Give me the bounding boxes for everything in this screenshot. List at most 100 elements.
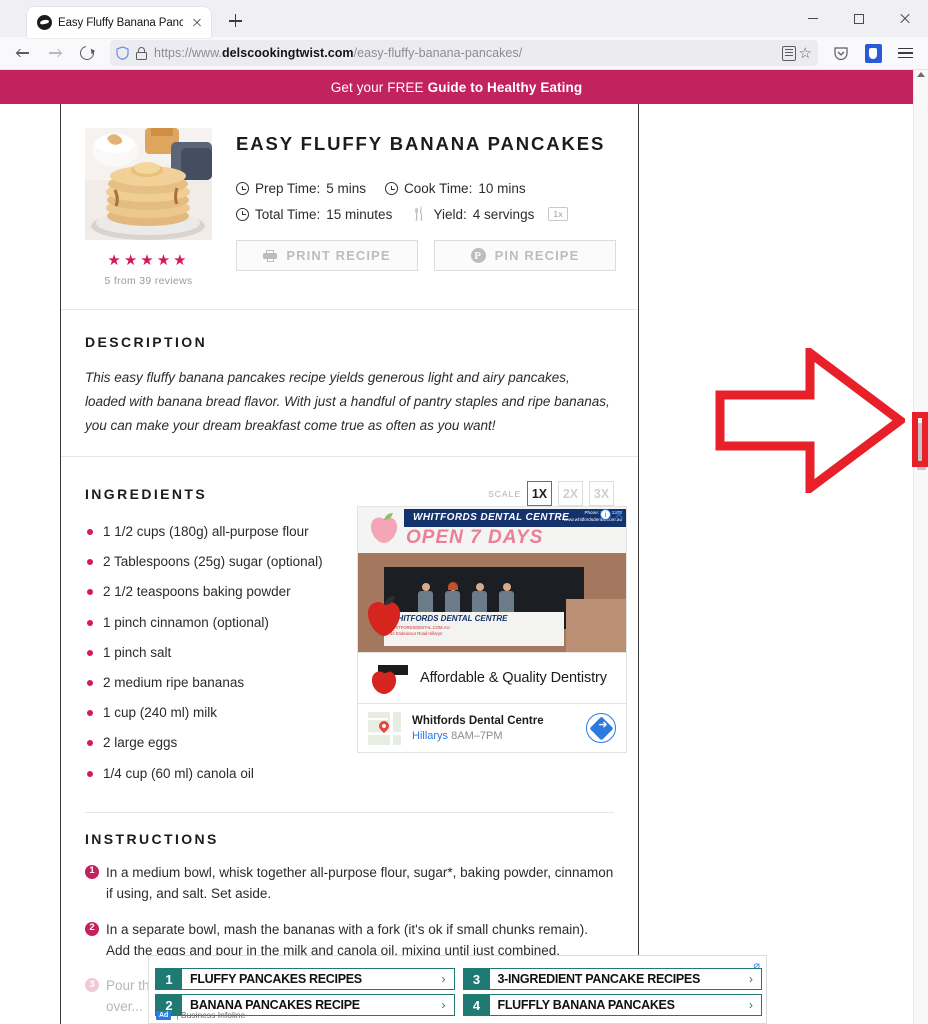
directions-button[interactable]: [586, 713, 616, 744]
ad-tagline: Affordable & Quality Dentistry: [420, 670, 607, 687]
page-body: ★★★★★ 5 from 39 reviews EASY FLUFFY BANA…: [0, 104, 913, 1024]
total-time-value: 15 minutes: [326, 206, 393, 222]
ad-hours: Hillarys 8AM–7PM: [412, 729, 503, 742]
recipe-card: ★★★★★ 5 from 39 reviews EASY FLUFFY BANA…: [60, 104, 639, 1024]
map-pin-icon: [376, 718, 392, 733]
pin-recipe-label: PIN RECIPE: [494, 248, 580, 263]
ublock-shield-icon[interactable]: [858, 39, 888, 67]
minimize-button[interactable]: [790, 0, 836, 37]
recipe-meta-row-1: Prep Time: 5 mins Cook Time: 10 mins: [236, 181, 616, 196]
scale-button-2x[interactable]: 2X: [558, 481, 583, 507]
list-item[interactable]: 1 FLUFFY PANCAKES RECIPES ›: [155, 968, 455, 990]
bookmark-star-icon[interactable]: ☆: [799, 46, 812, 61]
bottom-advertisement[interactable]: ⌀ 1 FLUFFY PANCAKES RECIPES › 3 3-INGRED…: [148, 955, 767, 1024]
address-bar[interactable]: https://www.delscookingtwist.com/easy-fl…: [110, 40, 818, 66]
scrollbar-thumb-highlight: [912, 412, 928, 467]
list-item[interactable]: 4 FLUFFLY BANANA PANCAKES ›: [462, 994, 762, 1016]
list-item[interactable]: 1 1/2 cups (180g) all-purpose flour: [85, 524, 347, 540]
scale-button-3x[interactable]: 3X: [589, 481, 614, 507]
prep-time-label: Prep Time:: [255, 181, 321, 196]
promo-banner[interactable]: Get your FREE Guide to Healthy Eating: [0, 70, 913, 104]
ad-link-label: FLUFFY PANCAKES RECIPES: [190, 972, 362, 986]
lock-icon: [136, 47, 147, 60]
url-text: https://www.delscookingtwist.com/easy-fl…: [154, 46, 523, 60]
new-tab-button[interactable]: [221, 7, 249, 35]
step-text: In a separate bowl, mash the bananas wit…: [106, 921, 589, 958]
promo-text-bold: Guide to Healthy Eating: [427, 79, 583, 95]
reload-button[interactable]: [72, 39, 102, 67]
scroll-up-arrow-icon[interactable]: [917, 72, 925, 77]
ad-board-title: WHITFORDS DENTAL CENTRE: [390, 614, 508, 624]
ad-link-number: 4: [463, 995, 490, 1015]
list-item[interactable]: 2 Tablespoons (25g) sugar (optional): [85, 554, 347, 570]
printer-icon: [263, 249, 278, 262]
vertical-scrollbar[interactable]: [913, 70, 928, 1024]
description-heading: DESCRIPTION: [85, 334, 208, 350]
utensils-icon: 🍴: [411, 206, 428, 221]
page-viewport: Get your FREE Guide to Healthy Eating ★★…: [0, 70, 928, 1024]
close-window-button[interactable]: [882, 0, 928, 37]
ad-sign-headline: OPEN 7 DAYS: [406, 527, 544, 549]
ad-footer-row[interactable]: Whitfords Dental Centre Hillarys 8AM–7PM: [358, 703, 626, 752]
clock-icon: [236, 207, 249, 221]
site-favicon: [37, 15, 52, 30]
print-recipe-label: PRINT RECIPE: [286, 248, 391, 263]
yield-info: 🍴 Yield: 4 servings 1x: [411, 206, 568, 222]
ad-info-icon[interactable]: i: [600, 509, 611, 521]
apple-logo-icon: [370, 513, 398, 544]
pinterest-icon: P: [470, 248, 486, 263]
step-number: 3: [85, 978, 99, 993]
scale-button-1x[interactable]: 1X: [527, 481, 552, 507]
ad-board-sub: WHITFORDSDENTAL.COM.AU 32 Endeavour Road …: [390, 625, 450, 637]
list-item[interactable]: 2 1/2 teaspoons baking powder: [85, 584, 347, 600]
map-thumbnail[interactable]: [368, 711, 401, 745]
servings-badge[interactable]: 1x: [548, 207, 568, 221]
chevron-right-icon: ›: [749, 998, 753, 1012]
pin-recipe-button[interactable]: P PIN RECIPE: [434, 240, 616, 271]
cook-time-value: 10 mins: [478, 181, 526, 196]
browser-tab-active[interactable]: Easy Fluffy Banana Pancakes - D: [27, 7, 211, 38]
ad-link-label: FLUFFLY BANANA PANCAKES: [497, 998, 675, 1012]
scale-label: SCALE: [488, 488, 521, 499]
list-item[interactable]: 1 pinch salt: [85, 645, 347, 661]
list-item[interactable]: 2 large eggs: [85, 735, 347, 751]
page-title: EASY FLUFFY BANANA PANCAKES: [236, 133, 606, 154]
ingredients-section: INGREDIENTS SCALE 1X 2X 3X 1 1/2 cups (1…: [61, 457, 638, 796]
list-item[interactable]: 2 medium ripe bananas: [85, 675, 347, 691]
maximize-button[interactable]: [836, 0, 882, 37]
close-icon[interactable]: [189, 15, 205, 31]
menu-hamburger-icon[interactable]: [890, 39, 920, 67]
forward-button[interactable]: [40, 39, 70, 67]
divider: [85, 811, 614, 813]
clock-icon: [236, 182, 249, 195]
annotation-arrow-icon: [715, 348, 905, 493]
ingredients-heading: INGREDIENTS: [85, 485, 208, 502]
recipe-actions: PRINT RECIPE P PIN RECIPE: [236, 240, 616, 271]
tab-title: Easy Fluffy Banana Pancakes - D: [58, 16, 183, 29]
pocket-icon[interactable]: [826, 39, 856, 67]
scale-controls: SCALE 1X 2X 3X: [488, 481, 614, 507]
list-item[interactable]: 3 3-INGREDIENT PANCAKE RECIPES ›: [462, 968, 762, 990]
list-item[interactable]: 1 pinch cinnamon (optional): [85, 615, 347, 631]
browser-window: Easy Fluffy Banana Pancakes - D https://…: [0, 0, 928, 1024]
back-button[interactable]: [8, 39, 38, 67]
sidebar-advertisement[interactable]: i WHITFORDS DENTAL CENTRE Phone: 9401 13…: [357, 506, 627, 754]
tracking-shield-icon[interactable]: [116, 46, 129, 60]
recipe-header: ★★★★★ 5 from 39 reviews EASY FLUFFY BANA…: [61, 104, 638, 287]
chevron-right-icon: ›: [441, 972, 446, 986]
list-item[interactable]: 1/4 cup (60 ml) canola oil: [85, 766, 347, 782]
apple-logo-icon: [367, 596, 401, 637]
recipe-photo: [85, 128, 212, 240]
list-item[interactable]: 1 cup (240 ml) milk: [85, 705, 347, 721]
promo-text: Get your FREE: [330, 79, 424, 95]
ad-close-icon[interactable]: [613, 509, 624, 520]
yield-value: 4 servings: [472, 206, 535, 222]
step-number: 1: [85, 864, 99, 879]
ad-badges: i: [600, 509, 624, 521]
ad-link-number: 1: [156, 969, 182, 989]
prep-time-value: 5 mins: [326, 181, 367, 196]
print-recipe-button[interactable]: PRINT RECIPE: [236, 240, 418, 271]
step-text: In a medium bowl, whisk together all-pur…: [106, 864, 614, 901]
list-item[interactable]: 1 In a medium bowl, whisk together all-p…: [85, 863, 614, 905]
reader-view-icon[interactable]: [781, 45, 796, 61]
